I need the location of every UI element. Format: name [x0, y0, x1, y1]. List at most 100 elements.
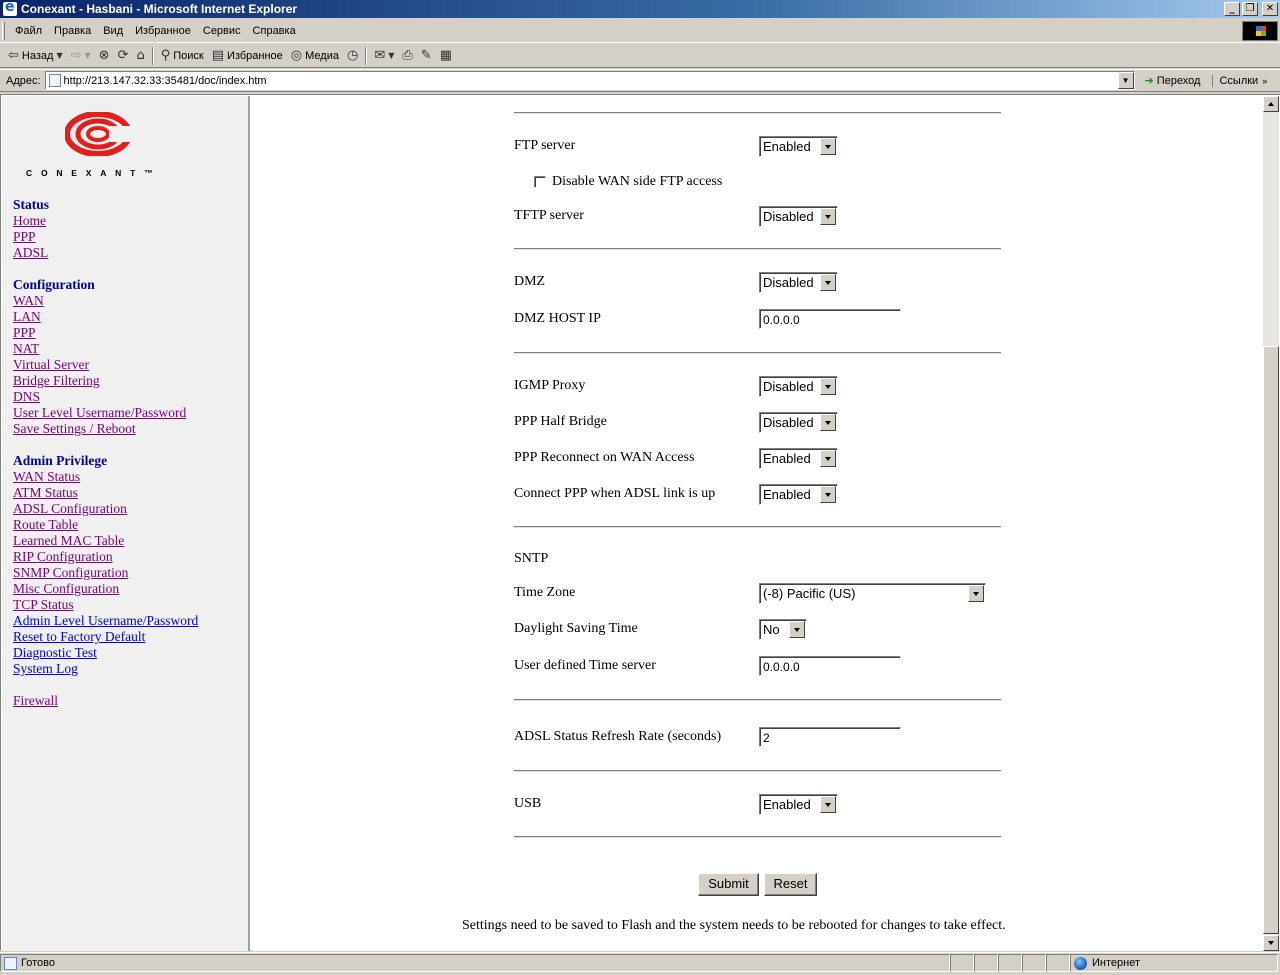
- nav-link-diagnostic-test[interactable]: Diagnostic Test: [13, 645, 198, 661]
- tftp-server-select[interactable]: Disabled: [759, 206, 838, 227]
- time-server-label: User defined Time server: [514, 658, 656, 673]
- nav-link-user-level-password[interactable]: User Level Username/Password: [13, 405, 186, 421]
- dmz-host-ip-input[interactable]: 0.0.0.0: [759, 309, 901, 329]
- minimize-button[interactable]: _: [1224, 2, 1240, 16]
- dmz-select[interactable]: Disabled: [759, 272, 838, 293]
- stop-button[interactable]: ⊗: [95, 45, 114, 67]
- page-icon: [48, 74, 61, 87]
- history-button[interactable]: ◷: [343, 45, 362, 67]
- nav-link-save-settings[interactable]: Save Settings / Reboot: [13, 421, 186, 437]
- scroll-up-icon[interactable]: [1263, 96, 1279, 112]
- chevron-down-icon: [820, 208, 836, 225]
- time-zone-select[interactable]: (-8) Pacific (US): [759, 583, 986, 604]
- nav-link-factory-reset[interactable]: Reset to Factory Default: [13, 629, 198, 645]
- time-server-input[interactable]: 0.0.0.0: [759, 656, 901, 676]
- nav-link-atm-status[interactable]: ATM Status: [13, 485, 198, 501]
- nav-link-snmp-configuration[interactable]: SNMP Configuration: [13, 565, 198, 581]
- menu-view[interactable]: Вид: [97, 25, 129, 37]
- home-button[interactable]: ⌂: [132, 45, 148, 67]
- restore-button[interactable]: ❐: [1242, 2, 1258, 16]
- chevron-down-icon: [820, 414, 836, 431]
- connect-ppp-select[interactable]: Enabled: [759, 484, 838, 505]
- disable-wan-ftp-row: Disable WAN side FTP access: [534, 174, 722, 190]
- nav-link-route-table[interactable]: Route Table: [13, 517, 198, 533]
- edit-button[interactable]: ✎: [417, 45, 436, 67]
- media-icon: ◎: [290, 48, 303, 63]
- status-bar: Готово Интернет: [0, 952, 1280, 973]
- nav-link-wan[interactable]: WAN: [13, 293, 186, 309]
- zone-cell: Интернет: [1070, 954, 1278, 972]
- menu-file[interactable]: Файл: [9, 25, 48, 37]
- nav-link-misc-configuration[interactable]: Misc Configuration: [13, 581, 198, 597]
- scroll-down-icon[interactable]: [1263, 935, 1279, 951]
- forward-button[interactable]: ⇨ ▼: [67, 45, 95, 67]
- forward-arrow-icon: ⇨: [70, 48, 82, 63]
- usb-select[interactable]: Enabled: [759, 794, 838, 815]
- ppp-reconnect-select[interactable]: Enabled: [759, 448, 838, 469]
- print-button[interactable]: ⎙: [398, 45, 416, 67]
- close-button[interactable]: ✕: [1262, 2, 1278, 16]
- nav-link-bridge-filtering[interactable]: Bridge Filtering: [13, 373, 186, 389]
- nav-link-ppp[interactable]: PPP: [13, 325, 186, 341]
- nav-link-admin-password[interactable]: Admin Level Username/Password: [13, 613, 198, 629]
- divider: [514, 248, 1001, 250]
- nav-link-system-log[interactable]: System Log: [13, 661, 198, 677]
- nav-link-virtual-server[interactable]: Virtual Server: [13, 357, 186, 373]
- disable-wan-ftp-checkbox[interactable]: [534, 176, 546, 188]
- nav-link-nat[interactable]: NAT: [13, 341, 186, 357]
- vertical-scrollbar[interactable]: [1263, 96, 1279, 951]
- media-button[interactable]: ◎ Медиа: [287, 45, 343, 67]
- ppp-reconnect-value: Enabled: [763, 451, 811, 466]
- go-button[interactable]: ➔ Переход: [1145, 74, 1201, 87]
- links-button[interactable]: Ссылки: [1212, 74, 1258, 87]
- nav-link-firewall[interactable]: Firewall: [13, 693, 58, 709]
- nav-link-rip-configuration[interactable]: RIP Configuration: [13, 549, 198, 565]
- reboot-note: Settings need to be saved to Flash and t…: [462, 918, 1006, 933]
- disable-wan-ftp-label: Disable WAN side FTP access: [552, 174, 723, 189]
- ftp-server-select[interactable]: Enabled: [759, 136, 838, 157]
- ppp-half-bridge-select[interactable]: Disabled: [759, 412, 838, 433]
- menu-favorites[interactable]: Избранное: [129, 25, 197, 37]
- address-url: http://213.147.32.33:35481/doc/index.htm: [63, 74, 267, 87]
- back-dropdown-icon[interactable]: ▼: [56, 51, 62, 60]
- chevron-down-icon: [789, 621, 805, 638]
- submit-button[interactable]: Submit: [698, 873, 759, 896]
- nav-link-wan-status[interactable]: WAN Status: [13, 469, 198, 485]
- back-button[interactable]: ⇦ Назад ▼: [4, 45, 67, 67]
- reset-button[interactable]: Reset: [764, 873, 817, 896]
- forward-dropdown-icon[interactable]: ▼: [85, 51, 91, 60]
- refresh-button[interactable]: ⟳: [114, 45, 133, 67]
- windows-logo-icon: [1242, 21, 1278, 41]
- mail-button[interactable]: ✉ ▼: [370, 45, 398, 67]
- chevron-down-icon: [820, 138, 836, 155]
- tftp-server-label: TFTP server: [514, 208, 584, 223]
- nav-link-tcp-status[interactable]: TCP Status: [13, 597, 198, 613]
- nav-link-learned-mac[interactable]: Learned MAC Table: [13, 533, 198, 549]
- nav-link-lan[interactable]: LAN: [13, 309, 186, 325]
- nav-link-adsl-configuration[interactable]: ADSL Configuration: [13, 501, 198, 517]
- address-dropdown-icon[interactable]: ▼: [1117, 72, 1134, 89]
- nav-link-home[interactable]: Home: [13, 213, 49, 229]
- daylight-saving-select[interactable]: No: [759, 619, 807, 640]
- search-button[interactable]: ⚲ Поиск: [157, 45, 208, 67]
- nav-link-adsl-status[interactable]: ADSL: [13, 245, 49, 261]
- scroll-thumb[interactable]: [1263, 346, 1279, 934]
- mail-dropdown-icon: ▼: [388, 51, 395, 60]
- menu-help[interactable]: Справка: [247, 25, 302, 37]
- links-chevron-icon[interactable]: »: [1262, 76, 1267, 86]
- print-icon: ⎙: [402, 48, 413, 63]
- refresh-icon: ⟳: [117, 48, 129, 63]
- nav-link-dns[interactable]: DNS: [13, 389, 186, 405]
- menu-tools[interactable]: Сервис: [197, 25, 247, 37]
- daylight-saving-label: Daylight Saving Time: [514, 621, 638, 636]
- time-zone-value: (-8) Pacific (US): [763, 586, 856, 601]
- discuss-button[interactable]: ▦: [436, 45, 456, 67]
- menu-edit[interactable]: Правка: [48, 25, 97, 37]
- nav-link-ppp-status[interactable]: PPP: [13, 229, 49, 245]
- address-input[interactable]: http://213.147.32.33:35481/doc/index.htm…: [44, 71, 1135, 90]
- browser-window: Conexant - Hasbani - Microsoft Internet …: [0, 0, 1280, 975]
- igmp-proxy-select[interactable]: Disabled: [759, 376, 838, 397]
- adsl-refresh-input[interactable]: 2: [759, 727, 901, 747]
- history-icon: ◷: [346, 48, 359, 63]
- favorites-button[interactable]: ▤ Избранное: [208, 45, 287, 67]
